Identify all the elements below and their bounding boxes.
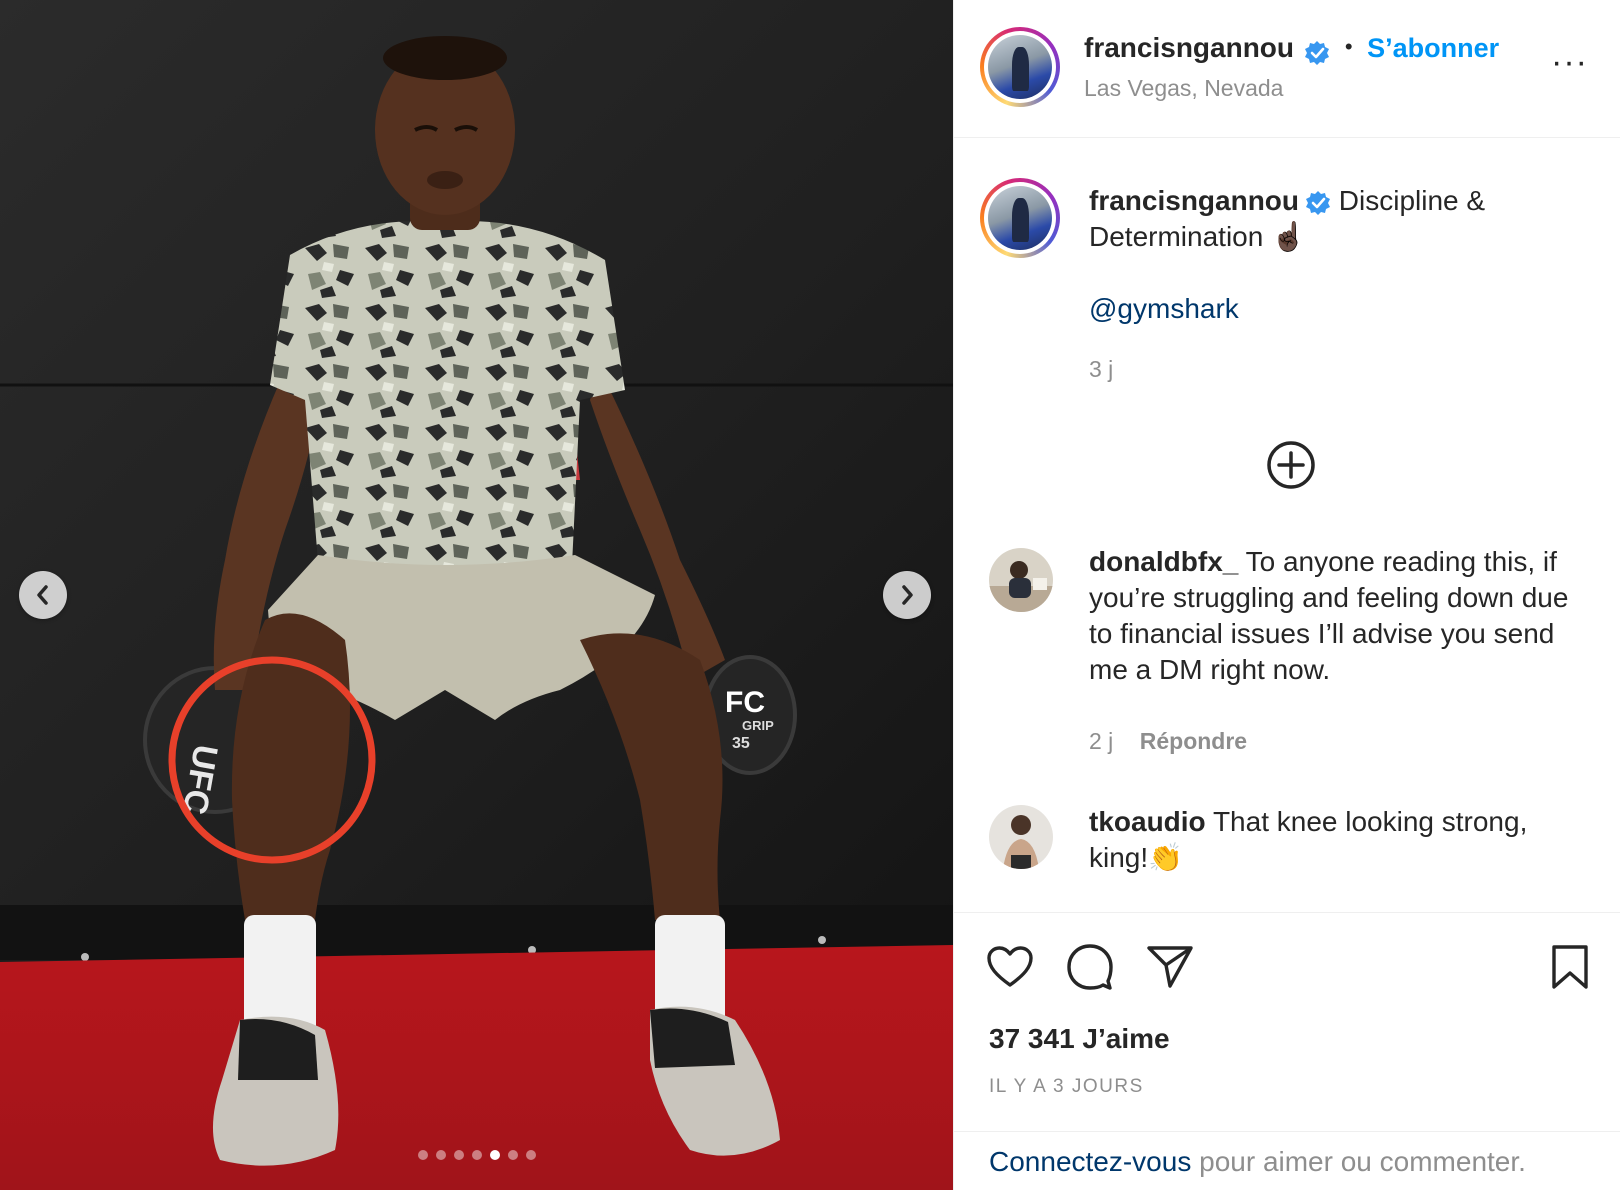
login-prompt-text: pour aimer ou commenter. xyxy=(1191,1146,1526,1177)
comment-bubble-icon xyxy=(1067,944,1113,990)
carousel-indicator xyxy=(0,1150,953,1160)
likes-count[interactable]: 37 341 J’aime xyxy=(989,1023,1170,1055)
carousel-dot xyxy=(507,1150,518,1160)
post-header: francisngannou • S’abonner Las Vegas, Ne… xyxy=(954,0,1620,138)
caption-mention-link[interactable]: @gymshark xyxy=(1089,293,1239,325)
more-options-button[interactable]: ··· xyxy=(1551,45,1588,79)
caption-timestamp[interactable]: 3 j xyxy=(1089,356,1113,383)
follow-button[interactable]: S’abonner xyxy=(1367,33,1499,63)
carousel-dot xyxy=(417,1150,428,1160)
plate-right-num: 35 xyxy=(732,735,750,752)
comment-timestamp[interactable]: 2 j xyxy=(1089,728,1113,754)
caption-author-avatar[interactable] xyxy=(980,178,1060,258)
next-slide-button[interactable] xyxy=(883,571,931,619)
follow-separator: • xyxy=(1344,34,1353,59)
post-media: UFC FC GRIP 35 xyxy=(0,0,953,1190)
share-button[interactable] xyxy=(1144,941,1196,993)
commenter-avatar[interactable] xyxy=(989,805,1053,869)
comment-button[interactable] xyxy=(1064,941,1116,993)
caption-text-block: francisngannou Discipline & Determinatio… xyxy=(1089,183,1589,255)
plus-circle-icon xyxy=(1267,441,1315,489)
paper-plane-icon xyxy=(1147,946,1193,988)
post-photo: UFC FC GRIP 35 xyxy=(0,0,953,1190)
bookmark-icon xyxy=(1552,945,1588,989)
comment-body: donaldbfx_ To anyone reading this, if yo… xyxy=(1089,544,1589,688)
carousel-dot xyxy=(489,1150,500,1160)
plate-right-sub: GRIP xyxy=(742,718,774,733)
like-button[interactable] xyxy=(984,941,1036,993)
carousel-dot xyxy=(525,1150,536,1160)
comment-username[interactable]: donaldbfx_ xyxy=(1089,546,1238,577)
post-location[interactable]: Las Vegas, Nevada xyxy=(1084,75,1283,102)
save-button[interactable] xyxy=(1544,941,1596,993)
previous-slide-button[interactable] xyxy=(19,571,67,619)
post-side-panel: francisngannou • S’abonner Las Vegas, Ne… xyxy=(953,0,1620,1190)
plate-right-label: FC xyxy=(725,686,765,719)
verified-badge-icon xyxy=(1305,40,1330,65)
comment-body: tkoaudio That knee looking strong, king!… xyxy=(1089,804,1589,876)
carousel-dot xyxy=(435,1150,446,1160)
heart-icon xyxy=(987,946,1033,987)
carousel-dot xyxy=(453,1150,464,1160)
comment-username[interactable]: tkoaudio xyxy=(1089,806,1206,837)
author-username[interactable]: francisngannou xyxy=(1084,32,1294,63)
caption-username[interactable]: francisngannou xyxy=(1089,185,1299,216)
login-link[interactable]: Connectez-vous xyxy=(989,1146,1191,1177)
verified-badge-icon xyxy=(1306,190,1331,215)
commenter-avatar[interactable] xyxy=(989,548,1053,612)
comment-meta: 2 j Répondre xyxy=(1089,728,1247,755)
reply-button[interactable]: Répondre xyxy=(1140,728,1247,754)
load-more-comments-button[interactable] xyxy=(1266,440,1316,490)
chevron-right-icon xyxy=(902,585,913,605)
carousel-dot xyxy=(471,1150,482,1160)
login-prompt: Connectez-vous pour aimer ou commenter. xyxy=(954,1131,1620,1190)
post-age[interactable]: IL Y A 3 JOURS xyxy=(989,1076,1144,1098)
author-avatar[interactable] xyxy=(980,27,1060,107)
post-actions: 37 341 J’aime IL Y A 3 JOURS Connectez-v… xyxy=(954,912,1620,1190)
chevron-left-icon xyxy=(37,585,48,605)
